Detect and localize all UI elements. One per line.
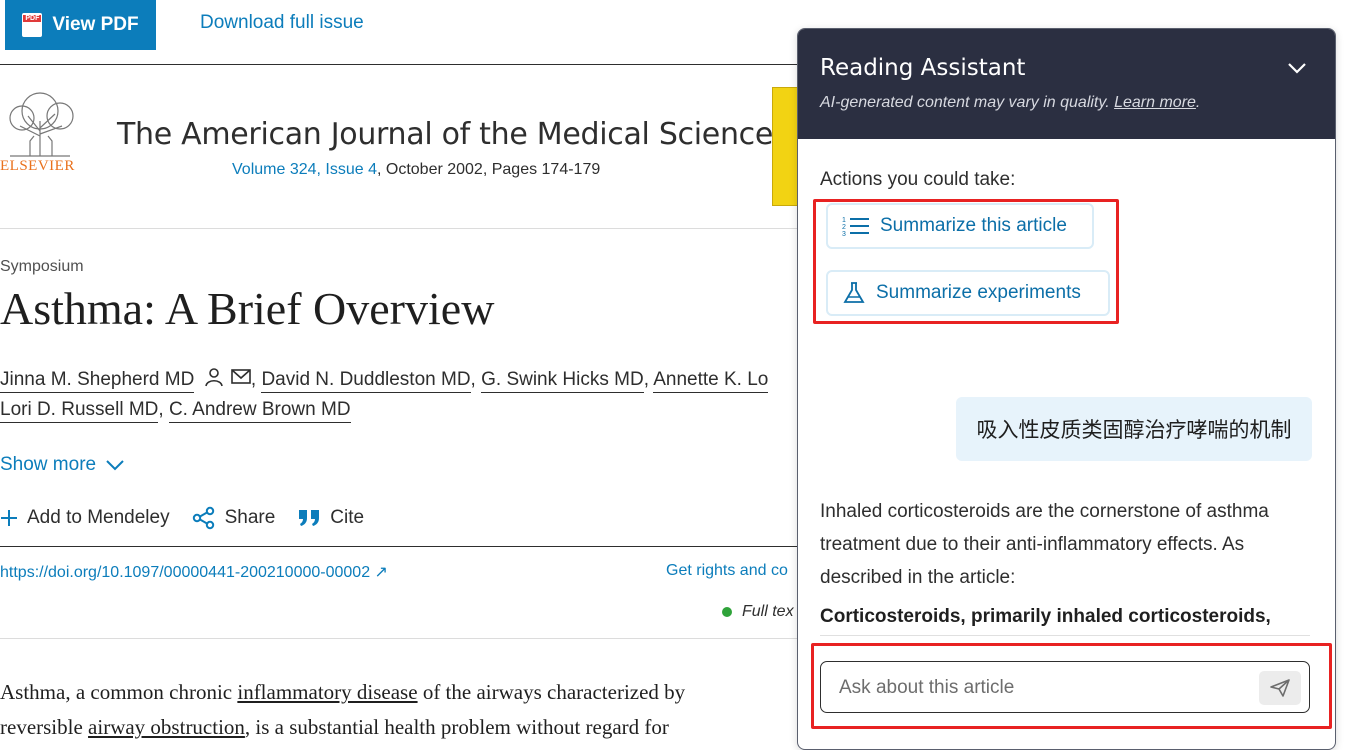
assistant-answer-bold: Corticosteroids, primarily inhaled corti… (820, 606, 1271, 627)
article-section-label: Symposium (0, 258, 84, 275)
doi-text: https://doi.org/10.1097/00000441-2002100… (0, 564, 371, 581)
collapse-chevron-icon[interactable] (1287, 61, 1307, 75)
chevron-down-icon (106, 460, 124, 471)
panel-header: Reading Assistant AI-generated content m… (798, 29, 1335, 139)
view-pdf-label: View PDF (52, 14, 139, 35)
add-to-mendeley-button[interactable]: Add to Mendeley (0, 507, 170, 529)
highlight-box (811, 643, 1332, 729)
author-link[interactable]: Jinna M. Shepherd MD (0, 369, 195, 393)
share-button[interactable]: Share (192, 506, 276, 530)
topic-link[interactable]: inflammatory disease (237, 680, 417, 704)
authors-line-1: Jinna M. Shepherd MD , David N. Duddlest… (0, 367, 769, 393)
mendeley-label: Add to Mendeley (27, 507, 170, 528)
status-dot-icon (722, 607, 732, 617)
assistant-answer: Inhaled corticosteroids are the cornerst… (820, 501, 1269, 588)
external-link-icon: ↗ (374, 564, 388, 581)
volume-issue-link[interactable]: Volume 324, Issue 4 (232, 161, 377, 178)
article-title: Asthma: A Brief Overview (0, 283, 495, 334)
divider (0, 546, 800, 547)
author-link[interactable]: G. Swink Hicks MD (481, 369, 644, 393)
view-pdf-button[interactable]: View PDF (5, 0, 156, 50)
plus-icon (1, 510, 17, 526)
share-label: Share (224, 507, 276, 528)
panel-title: Reading Assistant (820, 55, 1026, 81)
date-pages: , October 2002, Pages 174-179 (376, 161, 601, 178)
person-icon[interactable] (204, 367, 224, 387)
email-icon[interactable] (231, 369, 251, 385)
fulltext-label: Full tex (742, 603, 794, 620)
journal-meta: Volume 324, Issue 4, October 2002, Pages… (232, 161, 600, 179)
abstract-text: Asthma, a common chronic inflammatory di… (0, 675, 800, 745)
author-link[interactable]: C. Andrew Brown MD (168, 399, 351, 423)
share-icon (192, 506, 214, 530)
journal-title[interactable]: The American Journal of the Medical Scie… (117, 117, 789, 152)
divider (820, 635, 1310, 636)
doi-link[interactable]: https://doi.org/10.1097/00000441-2002100… (0, 562, 388, 582)
actions-label: Actions you could take: (820, 169, 1016, 190)
reading-assistant-panel: Reading Assistant AI-generated content m… (797, 28, 1336, 750)
cite-label: Cite (330, 507, 365, 528)
learn-more-link[interactable]: Learn more (1114, 94, 1196, 111)
author-link[interactable]: David N. Duddleston MD (261, 369, 471, 393)
author-link[interactable]: Annette K. Lo (653, 369, 769, 393)
abstract-line: Asthma, a common chronic inflammatory di… (0, 680, 686, 704)
panel-subtitle: AI-generated content may vary in quality… (820, 94, 1201, 111)
article-actions: Add to Mendeley Share Cite (0, 506, 364, 530)
pdf-icon (22, 13, 43, 37)
user-message: 吸入性皮质类固醇治疗哮喘的机制 (956, 397, 1312, 461)
fulltext-access-status: Full tex (722, 603, 794, 621)
divider (0, 64, 800, 65)
divider (0, 228, 800, 229)
topic-link[interactable]: airway obstruction (88, 715, 245, 739)
download-issue-link[interactable]: Download full issue (200, 12, 364, 34)
show-more-label: Show more (0, 454, 97, 475)
elsevier-wordmark: ELSEVIER (0, 158, 75, 174)
quote-icon (299, 510, 320, 526)
authors-line-2: Lori D. Russell MD, C. Andrew Brown MD (0, 399, 351, 423)
highlight-box (813, 199, 1119, 324)
divider (0, 638, 800, 639)
cite-button[interactable]: Cite (297, 507, 364, 529)
show-more-button[interactable]: Show more (0, 454, 124, 476)
abstract-line: reversible airway obstruction, is a subs… (0, 715, 669, 739)
author-link[interactable]: Lori D. Russell MD (0, 399, 159, 423)
rights-link[interactable]: Get rights and co (666, 562, 788, 580)
